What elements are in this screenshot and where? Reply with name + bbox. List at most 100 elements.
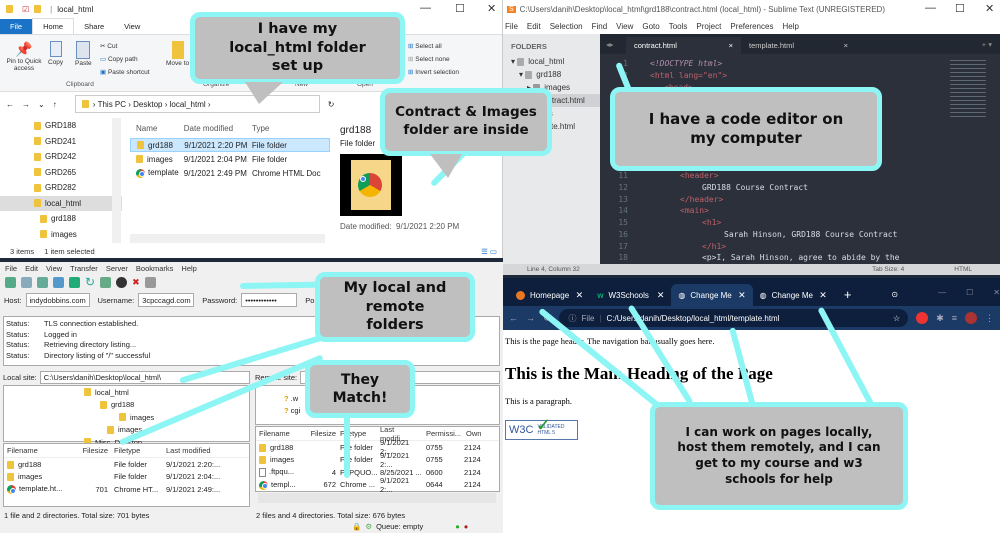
minimize-button[interactable]: — — [938, 288, 946, 297]
menu-goto[interactable]: Goto — [642, 22, 659, 31]
column-filetype[interactable]: Filetype — [336, 429, 378, 438]
cancel-icon[interactable] — [116, 276, 128, 288]
menu-edit[interactable]: Edit — [25, 264, 38, 273]
close-tab-icon[interactable]: ✕ — [738, 290, 746, 301]
maximize-button[interactable]: ☐ — [455, 2, 465, 15]
details-view-icon[interactable]: ☰ ▭ — [481, 247, 497, 256]
forward-button[interactable]: → — [526, 313, 535, 323]
tree-item-grd188[interactable]: ▾ grd188 — [503, 68, 600, 81]
remote-file-row[interactable]: images File folder 9/1/2021 2:... 0755 2124 — [256, 451, 499, 469]
back-button[interactable]: ← — [509, 313, 518, 323]
menu-preferences[interactable]: Preferences — [730, 22, 773, 31]
menu-find[interactable]: Find — [592, 22, 608, 31]
tree-item[interactable]: images — [4, 411, 249, 424]
remote-file-row[interactable]: templ... 672 Chrome ... 9/1/2021 2:... 0644 2… — [256, 476, 499, 494]
menu-file[interactable]: File — [5, 264, 17, 273]
breadcrumb-desktop[interactable]: Desktop — [133, 100, 162, 109]
tab-contract-html[interactable]: contract.html × — [626, 37, 741, 54]
new-tab-button[interactable]: + — [844, 287, 852, 302]
bookmark-star-icon[interactable]: ☆ — [893, 314, 900, 323]
menu-edit[interactable]: Edit — [527, 22, 541, 31]
menu-file[interactable]: File — [505, 22, 518, 31]
menu-view[interactable]: View — [616, 22, 633, 31]
tab-search-icon[interactable]: ⊙ — [891, 290, 898, 299]
tree-item-local-html[interactable]: ▾ local_html — [503, 55, 600, 68]
menu-help[interactable]: Help — [782, 22, 798, 31]
nav-item-grd265[interactable]: GRD265 — [0, 165, 122, 181]
up-button[interactable]: ↑ — [53, 100, 57, 109]
column-filename[interactable]: Filename — [256, 429, 306, 438]
minimize-button[interactable]: — — [925, 2, 936, 14]
url-bar[interactable]: ⓘ File | C:/Users/danih/Desktop/local_ht… — [558, 309, 909, 327]
column-filesize[interactable]: Filesize — [306, 429, 336, 438]
tab-view[interactable]: View — [114, 19, 150, 34]
local-file-row[interactable]: grd188 File folder 9/1/2021 2:20:... — [4, 458, 249, 471]
filter-icon[interactable] — [100, 276, 112, 288]
site-manager-icon[interactable] — [5, 276, 16, 288]
extensions-icon[interactable]: ✱ — [936, 313, 944, 324]
reconnect-icon[interactable] — [144, 276, 156, 288]
maximize-button[interactable]: ☐ — [955, 2, 965, 15]
minimize-button[interactable]: — — [420, 2, 431, 14]
nav-scrollbar[interactable] — [112, 118, 121, 243]
menu-transfer[interactable]: Transfer — [70, 264, 98, 273]
browser-tab-w3schools[interactable]: w W3Schools ✕ — [590, 284, 671, 306]
tab-template-html[interactable]: template.html × — [741, 37, 856, 54]
file-row[interactable]: template 9/1/2021 2:49 PM Chrome HTML Do… — [130, 166, 330, 180]
minimap[interactable] — [950, 60, 986, 120]
back-button[interactable]: ← — [6, 100, 14, 109]
close-tab-icon[interactable]: ✕ — [657, 290, 665, 301]
menu-help[interactable]: Help — [181, 264, 196, 273]
close-tab-icon[interactable]: ✕ — [819, 290, 827, 301]
column-filetype[interactable]: Filetype — [108, 446, 162, 455]
nav-item-local-html[interactable]: local_html — [0, 195, 122, 211]
remote-tree-icon[interactable] — [53, 276, 64, 288]
paste-button[interactable]: Paste — [75, 41, 92, 67]
nav-item-grd188[interactable]: GRD188 — [0, 118, 122, 134]
tree-item[interactable]: local_html — [4, 386, 249, 399]
copy-button[interactable]: Copy — [48, 41, 63, 66]
close-tab-icon[interactable]: ✕ — [576, 290, 584, 301]
nav-item-grd188-sub[interactable]: grd188 — [0, 211, 122, 227]
menu-tools[interactable]: Tools — [669, 22, 688, 31]
move-to-button[interactable]: Move to — [166, 41, 189, 67]
local-tree-icon[interactable] — [37, 276, 48, 288]
browser-tab-homepage[interactable]: Homepage ✕ — [509, 284, 590, 306]
adblock-icon[interactable] — [916, 312, 929, 324]
tree-item[interactable]: images — [4, 424, 249, 437]
column-owner[interactable]: Own — [464, 429, 481, 438]
local-path-input[interactable]: C:\Users\danih\Desktop\local_html\ — [39, 370, 250, 384]
close-button[interactable]: ✕ — [487, 2, 496, 15]
menu-project[interactable]: Project — [696, 22, 721, 31]
nav-item-grd241[interactable]: GRD241 — [0, 134, 122, 150]
file-row[interactable]: grd188 9/1/2021 2:20 PM File folder — [130, 138, 330, 152]
paste-shortcut-button[interactable]: ▣ Paste shortcut — [100, 66, 150, 79]
column-permissions[interactable]: Permissi... — [422, 429, 464, 438]
menu-icon[interactable]: ⋮ — [985, 313, 994, 324]
w3c-validated-badge[interactable]: W3C VALIDATED HTML 5 ✓ — [505, 415, 578, 440]
maximize-button[interactable]: ☐ — [966, 288, 973, 297]
nav-item-images[interactable]: images — [0, 227, 122, 243]
username-input[interactable]: 3cpccagd.com — [138, 293, 195, 307]
menu-bookmarks[interactable]: Bookmarks — [136, 264, 174, 273]
new-folder-icon[interactable] — [34, 5, 42, 13]
cut-button[interactable]: ✂ Cut — [100, 40, 150, 53]
pin-to-quick-access-button[interactable]: 📌 Pin to Quick access — [6, 41, 42, 72]
message-log-icon[interactable] — [21, 276, 32, 288]
select-all-button[interactable]: ⊞ Select all — [408, 40, 459, 53]
column-last-modified[interactable]: Last modified — [162, 446, 211, 455]
recent-locations-button[interactable]: ⌄ — [38, 100, 45, 109]
column-filename[interactable]: Filename — [4, 446, 74, 455]
invert-selection-button[interactable]: ⊞ Invert selection — [408, 66, 459, 79]
reading-list-icon[interactable]: ≡ — [952, 313, 957, 323]
profile-avatar[interactable] — [965, 312, 977, 324]
menu-selection[interactable]: Selection — [550, 22, 583, 31]
close-tab-icon[interactable]: × — [844, 41, 848, 50]
tab-share[interactable]: Share — [74, 19, 114, 34]
column-name[interactable]: Name — [130, 124, 184, 133]
horizontal-scrollbar[interactable] — [130, 234, 325, 243]
browser-tab-change-me[interactable]: ◍ Change Me ✕ — [753, 284, 834, 306]
column-filesize[interactable]: Filesize — [74, 446, 108, 455]
tab-home[interactable]: Home — [32, 18, 75, 34]
column-date-modified[interactable]: Date modified — [184, 124, 252, 133]
